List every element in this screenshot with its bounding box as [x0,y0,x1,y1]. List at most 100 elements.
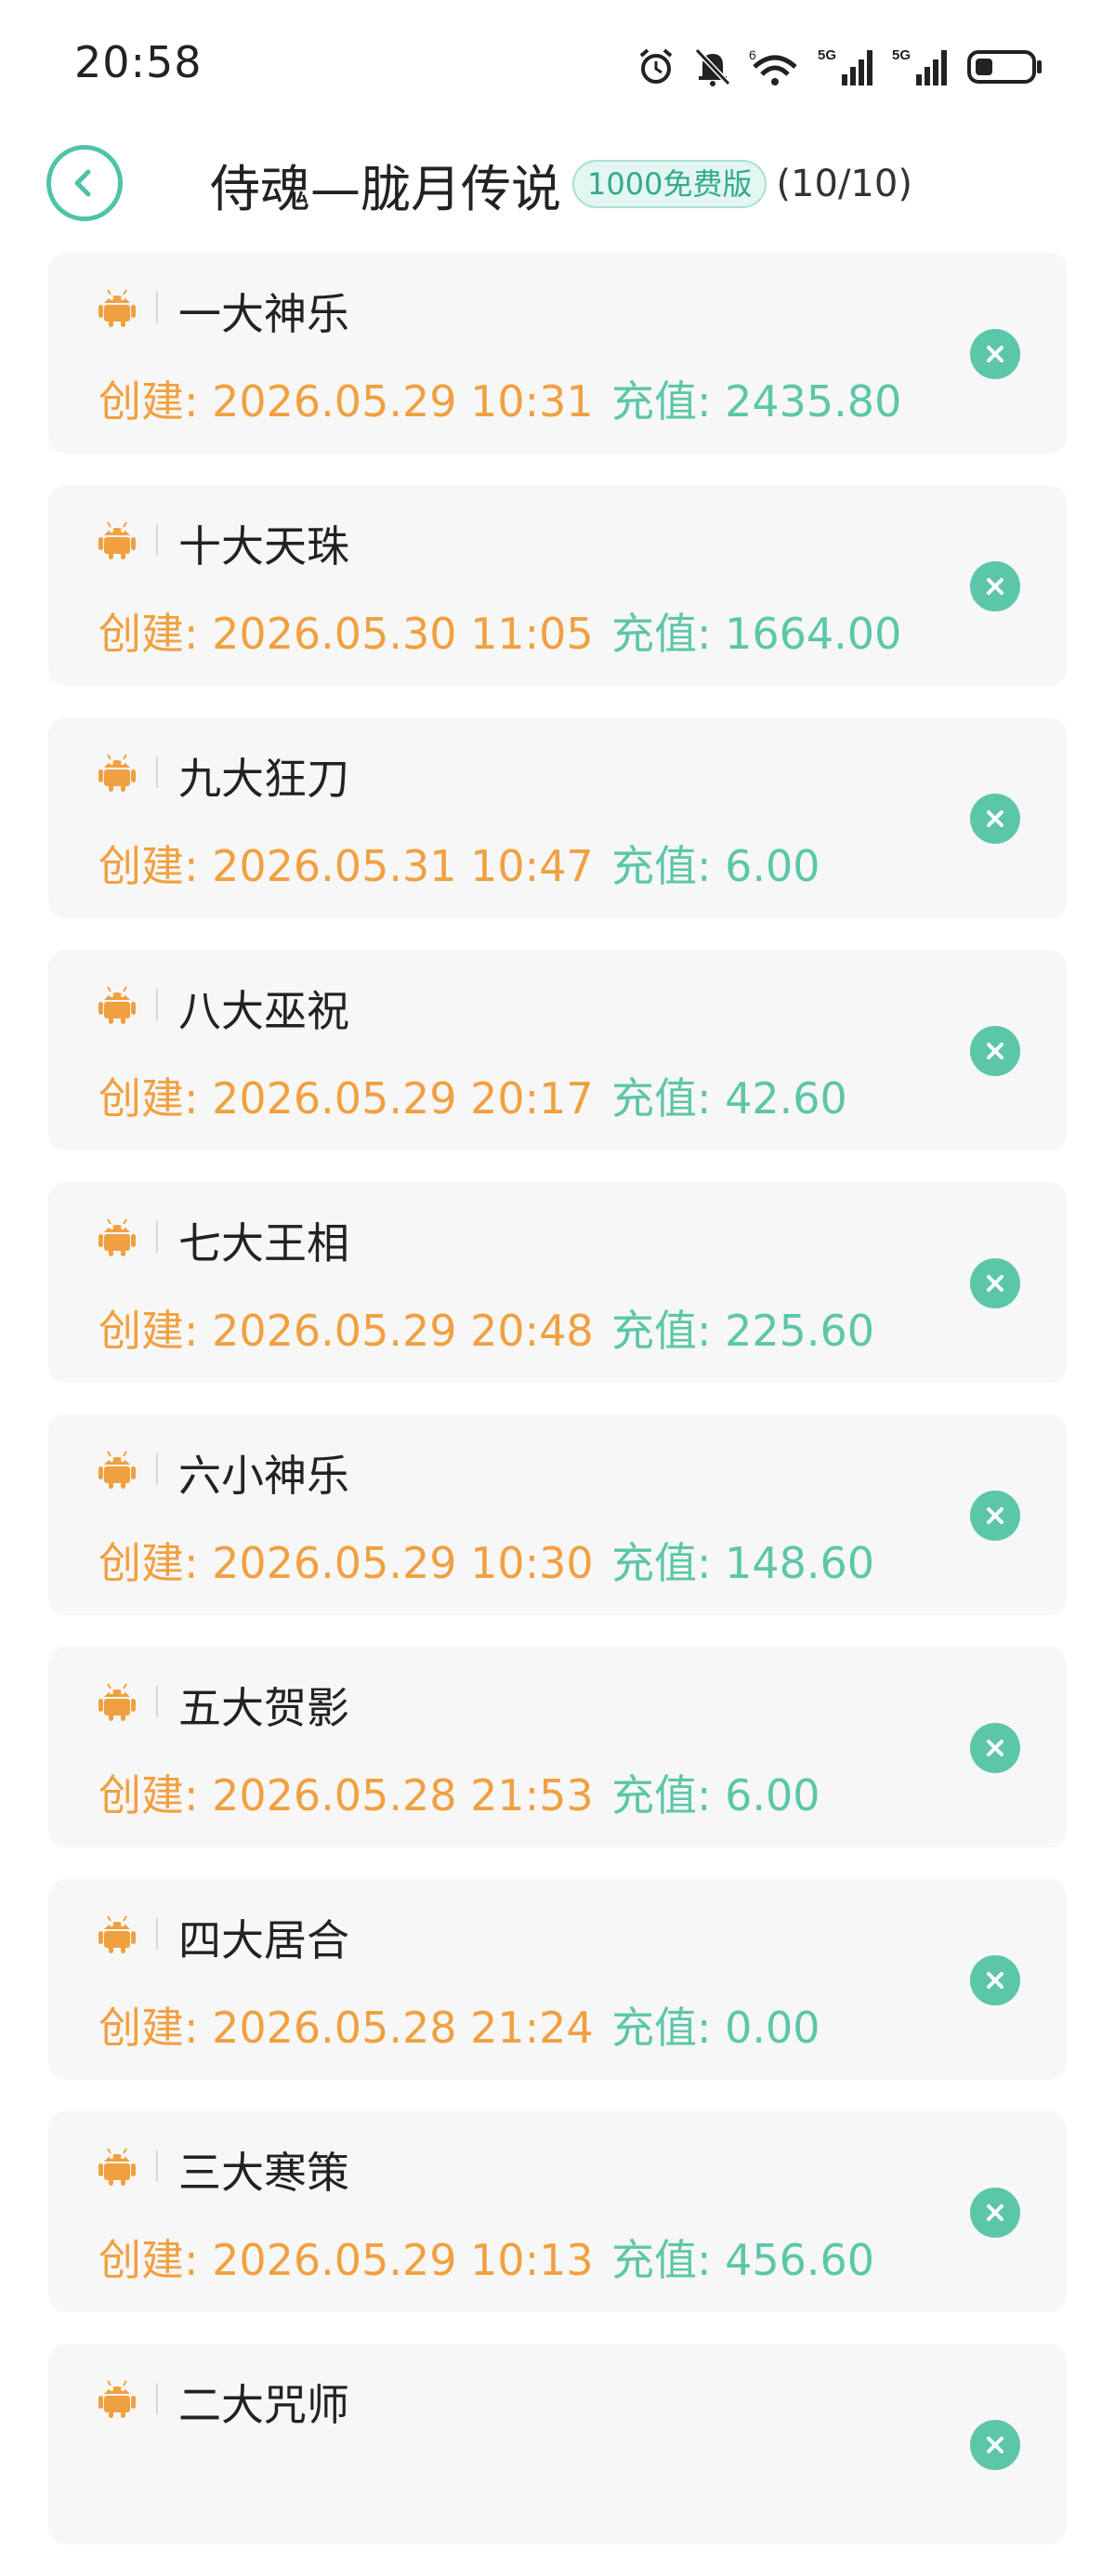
delete-button[interactable] [970,329,1020,379]
delete-button[interactable] [970,1955,1020,2005]
account-meta: 创建: 2026.05.30 11:05 充值: 1664.00 [98,600,901,662]
recharge-amount: 充值: 1664.00 [611,609,902,659]
divider [156,1686,158,1717]
delete-button[interactable] [970,794,1020,844]
account-meta: 创建: 2026.05.29 10:13 充值: 456.60 [98,2227,874,2288]
divider [156,1221,158,1253]
delete-button[interactable] [970,1723,1020,1773]
android-icon [98,751,136,792]
mute-bell-icon [694,47,731,86]
close-icon [984,2434,1006,2456]
divider [156,524,158,556]
account-name: 九大狂刀 [178,754,349,804]
account-name: 十大天珠 [178,521,349,572]
account-name: 七大王相 [178,1218,349,1268]
account-meta: 创建: 2026.05.28 21:53 充值: 6.00 [98,1762,820,1823]
back-button[interactable] [46,145,123,221]
account-card[interactable]: 四大居合创建: 2026.05.28 21:24 充值: 0.00 [48,1879,1067,2080]
recharge-amount: 充值: 6.00 [611,1770,820,1820]
chevron-left-icon [74,169,91,197]
account-meta: 创建: 2026.05.28 21:24 充值: 0.00 [98,1994,820,2056]
account-card[interactable]: 八大巫祝创建: 2026.05.29 20:17 充值: 42.60 [48,950,1067,1150]
recharge-amount: 充值: 148.60 [611,1538,875,1588]
account-card[interactable]: 二大咒师 [48,2344,1067,2544]
android-icon [98,286,136,327]
header: 侍魂—胧月传说 1000免费版 (10/10) [0,130,1115,242]
account-meta: 创建: 2026.05.29 20:17 充值: 42.60 [98,1065,847,1126]
account-meta: 创建: 2026.05.29 10:30 充值: 148.60 [98,1530,874,1591]
created-date: 创建: 2026.05.30 11:05 [98,609,594,659]
recharge-amount: 充值: 42.60 [611,1073,847,1124]
recharge-amount: 充值: 2435.80 [611,376,902,427]
created-date: 创建: 2026.05.29 10:13 [98,2235,594,2285]
delete-button[interactable] [970,1026,1020,1076]
account-card[interactable]: 九大狂刀创建: 2026.05.31 10:47 充值: 6.00 [48,717,1067,918]
svg-text:5G: 5G [892,47,911,63]
divider [156,292,158,323]
account-list: 一大神乐 创建: 2026.05.29 10:31 充值: 2435.80 十大天珠创… [48,253,1067,2576]
divider [156,989,158,1020]
close-icon [984,575,1006,598]
account-count: (10/10) [776,163,912,205]
delete-button[interactable] [970,1491,1020,1541]
edition-badge: 1000免费版 [572,160,767,208]
status-bar: 20:58 6 5G 5G [0,0,1115,130]
close-icon [984,1969,1006,1991]
recharge-amount: 充值: 225.60 [611,1306,875,1356]
account-name: 二大咒师 [178,2380,349,2430]
android-icon [98,983,136,1024]
account-card[interactable]: 十大天珠创建: 2026.05.30 11:05 充值: 1664.00 [48,485,1067,686]
android-icon [98,519,136,559]
close-icon [984,1040,1006,1062]
recharge-amount: 充值: 456.60 [611,2235,875,2285]
account-meta: 创建: 2026.05.29 10:31 充值: 2435.80 [98,368,901,429]
divider [156,1453,158,1485]
divider [156,1918,158,1950]
title-row: 侍魂—胧月传说 1000免费版 (10/10) [210,147,912,221]
account-card[interactable]: 五大贺影 创建: 2026.05.28 21:53 充值: 6.00 [48,1647,1067,1847]
account-meta: 创建: 2026.05.29 20:48 充值: 225.60 [98,1297,874,1359]
recharge-amount: 充值: 0.00 [611,2003,820,2053]
android-icon [98,2145,136,2186]
account-name: 八大巫祝 [178,986,349,1036]
signal-5g-icon-1: 5G [818,47,872,85]
account-name: 一大神乐 [178,289,349,339]
account-name: 六小神乐 [178,1451,349,1501]
created-date: 创建: 2026.05.28 21:24 [98,2003,594,2053]
account-card[interactable]: 六小神乐创建: 2026.05.29 10:30 充值: 148.60 [48,1414,1067,1615]
android-icon [98,1216,136,1256]
account-name: 四大居合 [178,1915,349,1965]
created-date: 创建: 2026.05.31 10:47 [98,841,594,891]
created-date: 创建: 2026.05.29 20:48 [98,1306,594,1356]
delete-button[interactable] [970,561,1020,611]
android-icon [98,1448,136,1489]
android-icon [98,2377,136,2418]
android-icon [98,1912,136,1953]
created-date: 创建: 2026.05.28 21:53 [98,1770,594,1820]
delete-button[interactable] [970,1258,1020,1308]
status-time: 20:58 [74,37,203,87]
wifi-icon: 6 [749,47,797,85]
signal-5g-icon-2: 5G [892,47,947,85]
close-icon [984,343,1006,365]
close-icon [984,1272,1006,1295]
recharge-amount: 充值: 6.00 [611,841,820,891]
close-icon [984,2201,1006,2224]
delete-button[interactable] [970,2420,1020,2470]
close-icon [984,808,1006,830]
svg-text:6: 6 [749,47,756,62]
account-card[interactable]: 七大王相创建: 2026.05.29 20:48 充值: 225.60 [48,1182,1067,1383]
page-title: 侍魂—胧月传说 [210,159,561,218]
delete-button[interactable] [970,2188,1020,2238]
status-icons: 6 5G 5G [636,41,1044,93]
svg-text:5G: 5G [818,47,836,63]
close-icon [984,1505,1006,1527]
android-icon [98,1680,136,1721]
close-icon [984,1737,1006,1759]
divider [156,2150,158,2182]
divider [156,2383,158,2414]
account-card[interactable]: 一大神乐创建: 2026.05.29 10:31 充值: 2435.80 [48,253,1067,453]
alarm-icon [639,48,673,84]
account-card[interactable]: 三大寒策创建: 2026.05.29 10:13 充值: 456.60 [48,2111,1067,2312]
account-name: 三大寒策 [178,2148,349,2198]
